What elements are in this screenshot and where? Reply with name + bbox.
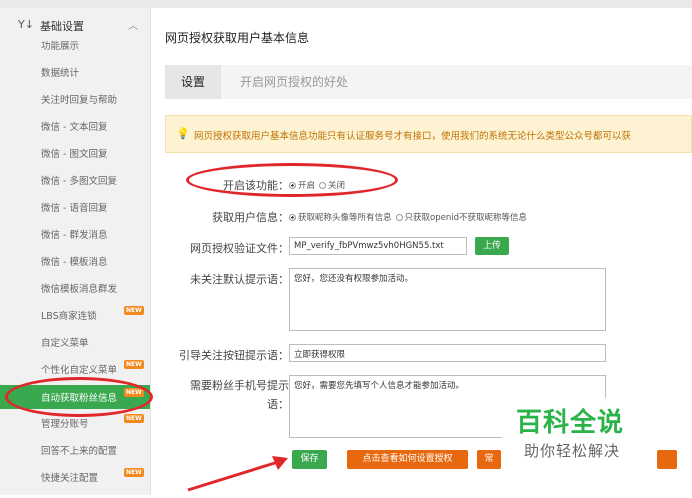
tab-bar: 设置 开启网页授权的好处: [165, 65, 692, 99]
sidebar-item[interactable]: 微信 - 语音回复: [0, 195, 150, 217]
sidebar-item[interactable]: 自动获取粉丝信息 NEW: [0, 385, 150, 409]
unfollow-tip-label: 未关注默认提示语：: [190, 273, 289, 286]
enable-on-label: 开启: [298, 181, 316, 191]
sidebar-item-label: 微信模板消息群发: [41, 284, 118, 295]
watermark-title: 百科全说: [516, 408, 625, 438]
notice-text: 网页授权获取用户基本信息功能只有认证服务号才有接口，使用我们的系统无论什么类型公…: [194, 131, 632, 142]
enable-on-radio[interactable]: [289, 181, 296, 189]
tab-benefits[interactable]: 开启网页授权的好处: [221, 65, 367, 99]
chevron-up-icon[interactable]: ︿: [128, 17, 138, 32]
sidebar-item-label: 个性化自定义菜单: [41, 365, 118, 376]
page-title: 网页授权获取用户基本信息: [165, 31, 310, 45]
sidebar-item-label: 微信 - 模板消息: [41, 257, 108, 268]
enable-radio-group: 开启 关闭: [289, 179, 349, 191]
sidebar-item-label: 功能展示: [41, 41, 80, 52]
userinfo-radio-group: 获取昵称头像等所有信息 只获取openid不获取昵称等信息: [289, 211, 531, 223]
unfollow-tip-textarea[interactable]: 您好，您还没有权限参加活动。: [289, 268, 606, 331]
sidebar-item[interactable]: 功能展示: [0, 33, 150, 55]
sidebar-item[interactable]: 微信 - 图文回复: [0, 141, 150, 163]
sidebar-item[interactable]: 快捷关注配置 NEW: [0, 465, 150, 487]
sidebar-item-label: 自动获取粉丝信息: [41, 393, 118, 404]
sidebar-item-label: 回答不上来的配置: [41, 446, 118, 457]
userinfo-openid-label: 只获取openid不获取昵称等信息: [404, 213, 527, 223]
sidebar-item[interactable]: 微信 - 模板消息: [0, 249, 150, 271]
sidebar-item[interactable]: 自定义菜单: [0, 330, 150, 352]
sidebar-item[interactable]: 回答不上来的配置: [0, 438, 150, 460]
userinfo-all-label: 获取昵称头像等所有信息: [298, 213, 392, 223]
sidebar-item-label: 微信 - 语音回复: [41, 203, 108, 214]
notice-banner: 💡 网页授权获取用户基本信息功能只有认证服务号才有接口，使用我们的系统无论什么类…: [165, 115, 692, 153]
enable-off-label: 关闭: [328, 181, 346, 191]
enable-label: 开启该功能：: [223, 179, 289, 192]
settings-icon: Y↓: [18, 18, 34, 31]
phone-tip-label-line1: 需要粉丝手机号提示: [190, 379, 289, 392]
annotation-arrow: [187, 456, 288, 492]
sidebar-item[interactable]: LBS商家连锁 NEW: [0, 303, 150, 325]
userinfo-all-radio[interactable]: [289, 213, 296, 221]
new-badge: NEW: [124, 306, 144, 315]
sidebar-item[interactable]: 微信模板消息群发: [0, 276, 150, 298]
sidebar-item[interactable]: 数据统计: [0, 60, 150, 82]
sidebar-item-label: 微信 - 多图文回复: [41, 176, 117, 187]
sidebar-section-title: 基础设置: [40, 20, 84, 33]
userinfo-label: 获取用户信息：: [212, 211, 289, 224]
userinfo-openid-radio[interactable]: [395, 213, 403, 221]
new-badge: NEW: [124, 360, 144, 369]
sidebar-item-label: 数据统计: [41, 68, 80, 79]
guide-button-input[interactable]: 立即获得权限: [289, 344, 606, 362]
new-badge: NEW: [124, 468, 144, 477]
verify-file-label: 网页授权验证文件：: [190, 242, 289, 255]
enable-off-radio[interactable]: [319, 181, 327, 189]
sidebar-item-label: 关注时回复与帮助: [41, 95, 118, 106]
howto-button[interactable]: 点击查看如何设置授权: [347, 450, 468, 469]
new-badge: NEW: [124, 414, 144, 423]
sidebar-item[interactable]: 微信 - 文本回复: [0, 114, 150, 136]
sidebar-item[interactable]: 管理分账号 NEW: [0, 411, 150, 433]
sidebar-item[interactable]: 关注时回复与帮助: [0, 87, 150, 109]
guide-button-label: 引导关注按钮提示语：: [179, 349, 289, 362]
sidebar: Y↓ 基础设置 ︿ 功能展示数据统计关注时回复与帮助 微信 - 文本回复 微信 - …: [0, 8, 151, 495]
third-button[interactable]: 常: [477, 450, 501, 469]
sidebar-item-label: 微信 - 文本回复: [41, 122, 108, 133]
sidebar-item[interactable]: 微信 - 群发消息: [0, 222, 150, 244]
verify-file-input[interactable]: MP_verify_fbPVmwz5vh0HGN55.txt: [289, 237, 467, 255]
sidebar-item-label: 管理分账号: [41, 419, 89, 430]
sidebar-item[interactable]: 微信 - 多图文回复: [0, 168, 150, 190]
sidebar-item-label: 快捷关注配置: [41, 473, 99, 484]
watermark: 百科全说 助你轻松解决: [502, 398, 644, 468]
sidebar-item[interactable]: 个性化自定义菜单 NEW: [0, 357, 150, 379]
tab-settings[interactable]: 设置: [165, 65, 221, 99]
upload-button[interactable]: 上传: [475, 237, 509, 255]
fourth-button-edge[interactable]: [657, 450, 677, 469]
lightbulb-icon: 💡: [176, 127, 190, 140]
sidebar-item-label: 自定义菜单: [41, 338, 89, 349]
phone-tip-label-line2: 语：: [267, 398, 289, 411]
sidebar-item-label: 微信 - 群发消息: [41, 230, 108, 241]
new-badge: NEW: [124, 388, 144, 397]
sidebar-item-label: 微信 - 图文回复: [41, 149, 108, 160]
sidebar-item-label: LBS商家连锁: [41, 311, 97, 322]
watermark-subtitle: 助你轻松解决: [524, 442, 621, 460]
